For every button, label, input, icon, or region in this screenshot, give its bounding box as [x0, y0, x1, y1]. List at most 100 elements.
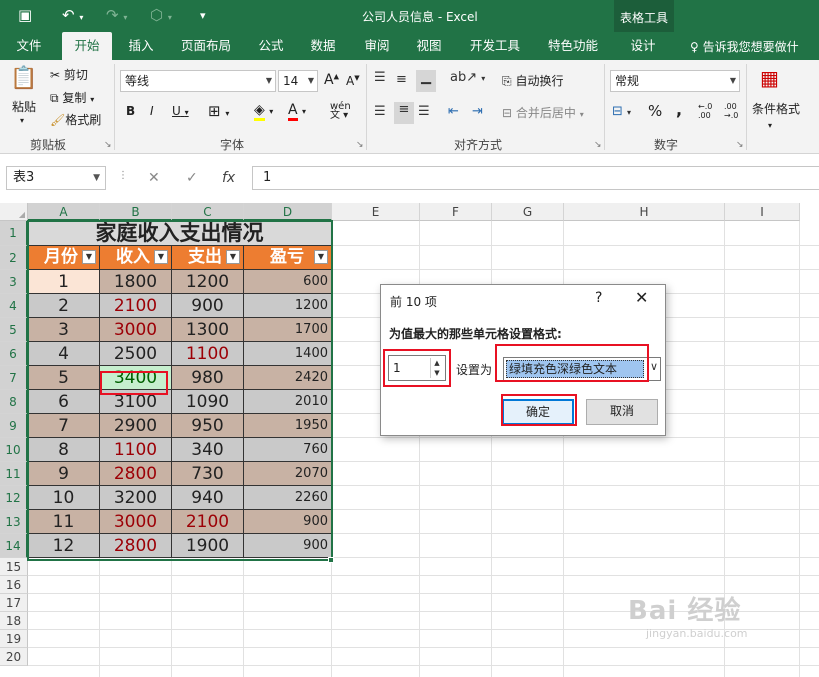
column-header-h[interactable]: H	[564, 203, 725, 221]
row-header-11[interactable]: 11	[0, 462, 28, 486]
table-cell[interactable]: 900	[244, 510, 332, 534]
insert-function-icon[interactable]: fx	[222, 170, 235, 186]
table-cell[interactable]: 7	[28, 414, 100, 438]
fill-color-button[interactable]: ◈ ▾	[254, 102, 273, 121]
table-cell[interactable]: 4	[28, 342, 100, 366]
font-launcher-icon[interactable]: ↘	[356, 140, 364, 150]
paste-dropdown-icon[interactable]: ▾	[20, 116, 24, 125]
table-cell[interactable]: 2420	[244, 366, 332, 390]
table-cell[interactable]: 8	[28, 438, 100, 462]
tab-review[interactable]: 审阅	[356, 32, 398, 60]
tab-special-features[interactable]: 特色功能	[540, 32, 606, 60]
filter-dropdown-icon[interactable]: ▼	[314, 250, 328, 264]
table-cell[interactable]: 2070	[244, 462, 332, 486]
bold-button[interactable]: B	[126, 104, 135, 118]
filter-dropdown-icon[interactable]: ▼	[154, 250, 168, 264]
column-header-b[interactable]: B	[100, 203, 172, 221]
table-cell[interactable]: 3000	[100, 318, 172, 342]
table-cell[interactable]: 730	[172, 462, 244, 486]
table-cell[interactable]: 1	[28, 270, 100, 294]
count-spinner[interactable]: 1 ▲ ▼	[388, 355, 446, 381]
table-cell[interactable]: 2900	[100, 414, 172, 438]
underline-button[interactable]: U ▾	[172, 104, 189, 118]
close-icon[interactable]: ✕	[635, 288, 648, 307]
orientation-icon[interactable]: ab↗ ▾	[450, 70, 485, 85]
tab-file[interactable]: 文件	[8, 32, 50, 60]
increase-indent-icon[interactable]: ⇥	[472, 104, 483, 119]
enter-icon[interactable]: ✓	[186, 170, 198, 186]
table-cell[interactable]: 1090	[172, 390, 244, 414]
row-header-5[interactable]: 5	[0, 318, 28, 342]
paste-icon[interactable]: 📋	[10, 66, 37, 91]
table-cell[interactable]: 3400	[100, 366, 172, 390]
tab-page-layout[interactable]: 页面布局	[174, 32, 238, 60]
chevron-down-icon[interactable]: ∨	[650, 360, 658, 373]
table-cell[interactable]: 1800	[100, 270, 172, 294]
row-header-16[interactable]: 16	[0, 576, 28, 594]
save-icon[interactable]: ▣	[18, 6, 32, 24]
table-cell[interactable]: 1700	[244, 318, 332, 342]
tab-developer[interactable]: 开发工具	[462, 32, 528, 60]
row-header-2[interactable]: 2	[0, 246, 28, 270]
redo-icon[interactable]: ↷ ▾	[106, 6, 127, 24]
conditional-format-icon[interactable]: ▦	[760, 66, 779, 90]
increase-decimal-button[interactable]: ←.0.00	[698, 102, 712, 120]
column-header-e[interactable]: E	[332, 203, 420, 221]
table-cell[interactable]: 900	[172, 294, 244, 318]
format-select[interactable]: 绿填充色深绿色文本 ∨	[503, 357, 661, 381]
table-cell[interactable]: 1900	[172, 534, 244, 558]
header-income[interactable]: 收入 ▼	[100, 246, 172, 270]
row-header-15[interactable]: 15	[0, 558, 28, 576]
align-right-icon[interactable]: ☰	[418, 104, 430, 119]
row-header-6[interactable]: 6	[0, 342, 28, 366]
row-header-8[interactable]: 8	[0, 390, 28, 414]
tab-data[interactable]: 数据	[302, 32, 344, 60]
row-header-1[interactable]: 1	[0, 221, 28, 246]
row-header-10[interactable]: 10	[0, 438, 28, 462]
table-cell[interactable]: 3100	[100, 390, 172, 414]
table-cell[interactable]: 9	[28, 462, 100, 486]
table-cell[interactable]: 1950	[244, 414, 332, 438]
number-launcher-icon[interactable]: ↘	[736, 140, 744, 150]
table-cell[interactable]: 3	[28, 318, 100, 342]
tab-home[interactable]: 开始	[62, 32, 112, 60]
table-cell[interactable]: 940	[172, 486, 244, 510]
copy-button[interactable]: ⧉ 复制 ▾	[50, 89, 94, 106]
table-cell[interactable]: 3000	[100, 510, 172, 534]
customize-qat-icon[interactable]: ▾	[200, 9, 206, 22]
table-cell[interactable]: 2800	[100, 534, 172, 558]
tell-me-box[interactable]: ♀ 告诉我您想要做什	[690, 38, 799, 55]
column-header-c[interactable]: C	[172, 203, 244, 221]
table-cell[interactable]: 900	[244, 534, 332, 558]
conditional-format-button[interactable]: 条件格式 ▾	[752, 100, 800, 131]
touch-mode-icon[interactable]: ⬡ ▾	[150, 6, 172, 24]
font-size-combo[interactable]: 14 ▼	[278, 70, 318, 92]
header-profit[interactable]: 盈亏 ▼	[244, 246, 332, 270]
filter-dropdown-icon[interactable]: ▼	[226, 250, 240, 264]
table-cell[interactable]: 11	[28, 510, 100, 534]
table-cell[interactable]: 760	[244, 438, 332, 462]
italic-button[interactable]: I	[150, 104, 154, 118]
header-month[interactable]: 月份 ▼	[28, 246, 100, 270]
table-cell[interactable]: 6	[28, 390, 100, 414]
font-color-button[interactable]: A ▾	[288, 102, 306, 121]
name-box[interactable]: 表3 ▼	[6, 166, 106, 190]
table-cell[interactable]: 2260	[244, 486, 332, 510]
row-header-19[interactable]: 19	[0, 630, 28, 648]
help-button[interactable]: ?	[595, 290, 602, 306]
align-center-icon[interactable]: ≡	[394, 102, 414, 124]
table-cell[interactable]: 980	[172, 366, 244, 390]
table-cell[interactable]: 2010	[244, 390, 332, 414]
percent-button[interactable]: %	[648, 102, 662, 120]
shrink-font-button[interactable]: A▼	[346, 74, 360, 88]
align-top-icon[interactable]: ☰	[374, 70, 386, 85]
table-cell[interactable]: 5	[28, 366, 100, 390]
decrease-indent-icon[interactable]: ⇤	[448, 104, 459, 119]
cut-button[interactable]: ✂ 剪切	[50, 66, 88, 83]
clipboard-launcher-icon[interactable]: ↘	[104, 140, 112, 150]
grow-font-button[interactable]: A▲	[324, 72, 339, 88]
alignment-launcher-icon[interactable]: ↘	[594, 140, 602, 150]
header-expense[interactable]: 支出 ▼	[172, 246, 244, 270]
table-cell[interactable]: 1100	[172, 342, 244, 366]
table-cell[interactable]: 1200	[172, 270, 244, 294]
